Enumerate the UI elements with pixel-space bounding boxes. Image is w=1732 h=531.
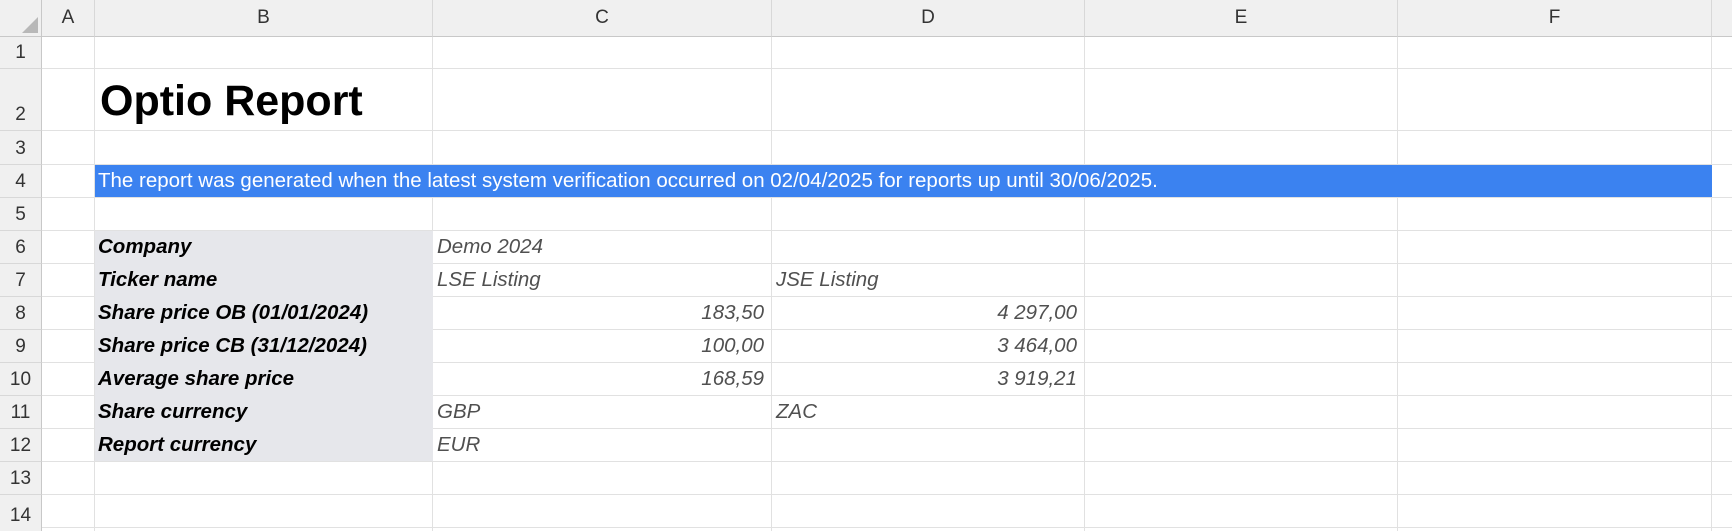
row-header-11[interactable]: 11	[0, 396, 42, 429]
cell-label-ticker-name[interactable]: Ticker name	[98, 264, 428, 296]
column-header-e[interactable]: E	[1085, 0, 1398, 37]
row-header-5[interactable]: 5	[0, 198, 42, 231]
gridline	[42, 461, 1732, 462]
cell-label-company[interactable]: Company	[98, 231, 428, 263]
cell-average-share-price-jse[interactable]: 3 919,21	[772, 363, 1085, 395]
spreadsheet-grid: A B C D E F 1 2 3 4 5 6 7 8 9 10 11 12 1…	[0, 0, 1732, 531]
verification-banner[interactable]: The report was generated when the latest…	[95, 165, 1712, 197]
gridline	[42, 527, 1732, 528]
row-header-12[interactable]: 12	[0, 429, 42, 462]
row-header-3[interactable]: 3	[0, 131, 42, 165]
cell-average-share-price-lse[interactable]: 168,59	[433, 363, 772, 395]
row-header-8[interactable]: 8	[0, 297, 42, 330]
gridline	[42, 68, 1732, 69]
cell-share-price-cb-lse[interactable]: 100,00	[433, 330, 772, 362]
column-header-c[interactable]: C	[433, 0, 772, 37]
gridline	[42, 197, 1732, 198]
select-all-triangle-icon	[22, 17, 38, 33]
column-header-d[interactable]: D	[772, 0, 1085, 37]
row-header-4[interactable]: 4	[0, 165, 42, 198]
cell-label-report-currency[interactable]: Report currency	[98, 429, 428, 461]
select-all-button[interactable]	[0, 0, 42, 37]
cell-report-currency-d[interactable]	[772, 429, 1085, 461]
row-header-10[interactable]: 10	[0, 363, 42, 396]
gridline	[1397, 37, 1398, 531]
cell-label-share-currency[interactable]: Share currency	[98, 396, 428, 428]
column-header-g-partial[interactable]	[1712, 0, 1732, 37]
row-header-1[interactable]: 1	[0, 37, 42, 69]
cell-share-currency-jse[interactable]: ZAC	[772, 396, 1085, 428]
column-header-f[interactable]: F	[1398, 0, 1712, 37]
column-header-a[interactable]: A	[42, 0, 95, 37]
row-header-6[interactable]: 6	[0, 231, 42, 264]
row-header-13[interactable]: 13	[0, 462, 42, 495]
row-header-14[interactable]: 14	[0, 495, 42, 531]
cell-company-value[interactable]: Demo 2024	[433, 231, 772, 263]
cell-label-average-share-price[interactable]: Average share price	[98, 363, 428, 395]
cell-share-price-cb-jse[interactable]: 3 464,00	[772, 330, 1085, 362]
row-header-9[interactable]: 9	[0, 330, 42, 363]
cell-label-share-price-ob[interactable]: Share price OB (01/01/2024)	[98, 297, 428, 329]
column-header-b[interactable]: B	[95, 0, 433, 37]
cell-ticker-lse[interactable]: LSE Listing	[433, 264, 772, 296]
cell-share-price-ob-jse[interactable]: 4 297,00	[772, 297, 1085, 329]
cell-company-d[interactable]	[772, 231, 1085, 263]
row-header-7[interactable]: 7	[0, 264, 42, 297]
cell-ticker-jse[interactable]: JSE Listing	[772, 264, 1085, 296]
cell-report-currency-value[interactable]: EUR	[433, 429, 772, 461]
gridline	[1711, 37, 1712, 531]
cell-share-currency-lse[interactable]: GBP	[433, 396, 772, 428]
cell-label-share-price-cb[interactable]: Share price CB (31/12/2024)	[98, 330, 428, 362]
gridline	[42, 130, 1732, 131]
row-header-2[interactable]: 2	[0, 69, 42, 131]
cell-share-price-ob-lse[interactable]: 183,50	[433, 297, 772, 329]
report-title[interactable]: Optio Report	[100, 72, 363, 130]
gridline	[42, 494, 1732, 495]
